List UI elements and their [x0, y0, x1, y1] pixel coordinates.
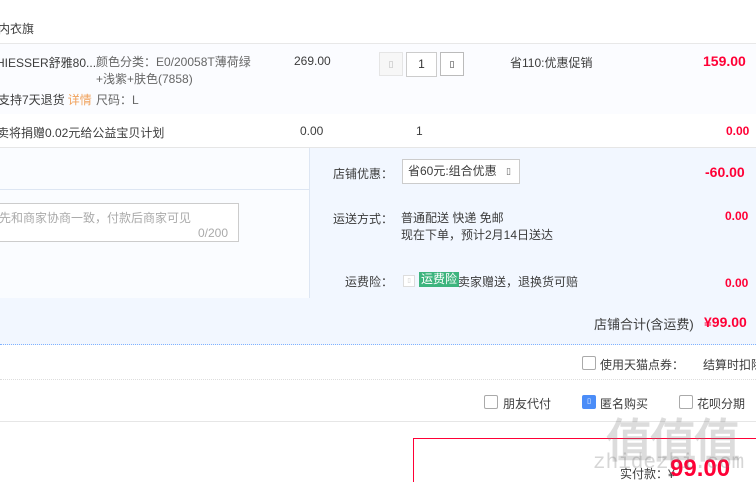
unit-price: 269.00 — [294, 54, 331, 68]
memo-counter: 0/200 — [198, 226, 229, 240]
memo-divider — [0, 189, 310, 190]
charity-total: 0.00 — [726, 124, 750, 138]
points-checkbox[interactable] — [582, 356, 596, 370]
quantity-decrease-button[interactable]: ▯ — [379, 52, 403, 76]
sku-color: 颜色分类：E0/20058T薄荷绿 +浅紫+肤色(7858) — [96, 54, 251, 88]
anonymous-checkbox[interactable]: ▯ — [582, 395, 596, 409]
item-promise: 支持7天退货 详情 — [0, 91, 92, 108]
detail-link[interactable]: 详情 — [68, 93, 92, 107]
shop-total-label: 店铺合计(含运费) — [594, 317, 694, 332]
promotion-text: 省110:优惠促销 — [510, 56, 593, 70]
insurance-amount: 0.00 — [725, 276, 749, 290]
shop-total-value: ¥99.00 — [704, 314, 747, 330]
shop-discount-amount: -60.00 — [705, 164, 745, 180]
points-value: 结算时扣除 — [703, 358, 756, 372]
insurance-checkbox[interactable]: ▯ — [403, 275, 415, 287]
shipping-method: 普通配送 快递 免邮 — [401, 211, 504, 225]
plus-icon: ▯ — [449, 59, 455, 69]
sku-color-line2: +浅紫+肤色(7858) — [96, 72, 193, 86]
quantity-input[interactable]: 1 — [406, 52, 437, 77]
shipping-info: 普通配送 快递 免邮 现在下单，预计2月14日送达 — [401, 210, 553, 244]
shipping-label: 运送方式： — [333, 212, 394, 226]
friend-pay-label[interactable]: 朋友代付 — [503, 395, 551, 412]
shop-name[interactable]: 内衣旗 — [0, 20, 34, 37]
item-promise-text: 支持7天退货 — [0, 93, 65, 107]
insurance-badge: 运费险 — [419, 272, 460, 287]
item-total: 159.00 — [703, 53, 746, 69]
check-icon: ▯ — [587, 398, 591, 405]
points-label: 使用天猫点券： — [600, 358, 685, 372]
shop-discount-selected: 省60元:组合优惠 — [408, 164, 497, 178]
watermark-url: zhidezhi.com — [593, 452, 745, 475]
shipping-eta: 现在下单，预计2月14日送达 — [401, 228, 554, 242]
memo-placeholder: 先和商家协商一致，付款后商家可见 — [0, 211, 192, 225]
friend-pay-checkbox[interactable] — [484, 395, 498, 409]
charity-quantity: 1 — [416, 124, 423, 138]
quantity-increase-button[interactable]: ▯ — [440, 52, 464, 76]
item-title-link[interactable]: HIESSER舒雅80... — [0, 54, 96, 71]
charity-text: 卖将捐赠0.02元给公益宝贝计划 — [0, 126, 165, 140]
insurance-label: 运费险： — [345, 275, 394, 289]
insurance-desc: 卖家赠送，退换货可赔 — [458, 275, 579, 289]
shop-discount-select[interactable]: 省60元:组合优惠 ▯ — [402, 159, 520, 184]
dropdown-icon: ▯ — [506, 166, 511, 176]
shipping-amount: 0.00 — [725, 209, 749, 223]
shop-header — [0, 0, 756, 44]
sku-size: 尺码：L — [96, 93, 139, 107]
sku-color-line1: 颜色分类：E0/20058T薄荷绿 — [96, 55, 251, 69]
shop-discount-label: 店铺优惠： — [333, 167, 394, 181]
charity-unit-price: 0.00 — [300, 124, 324, 138]
minus-icon: ▯ — [388, 59, 394, 69]
